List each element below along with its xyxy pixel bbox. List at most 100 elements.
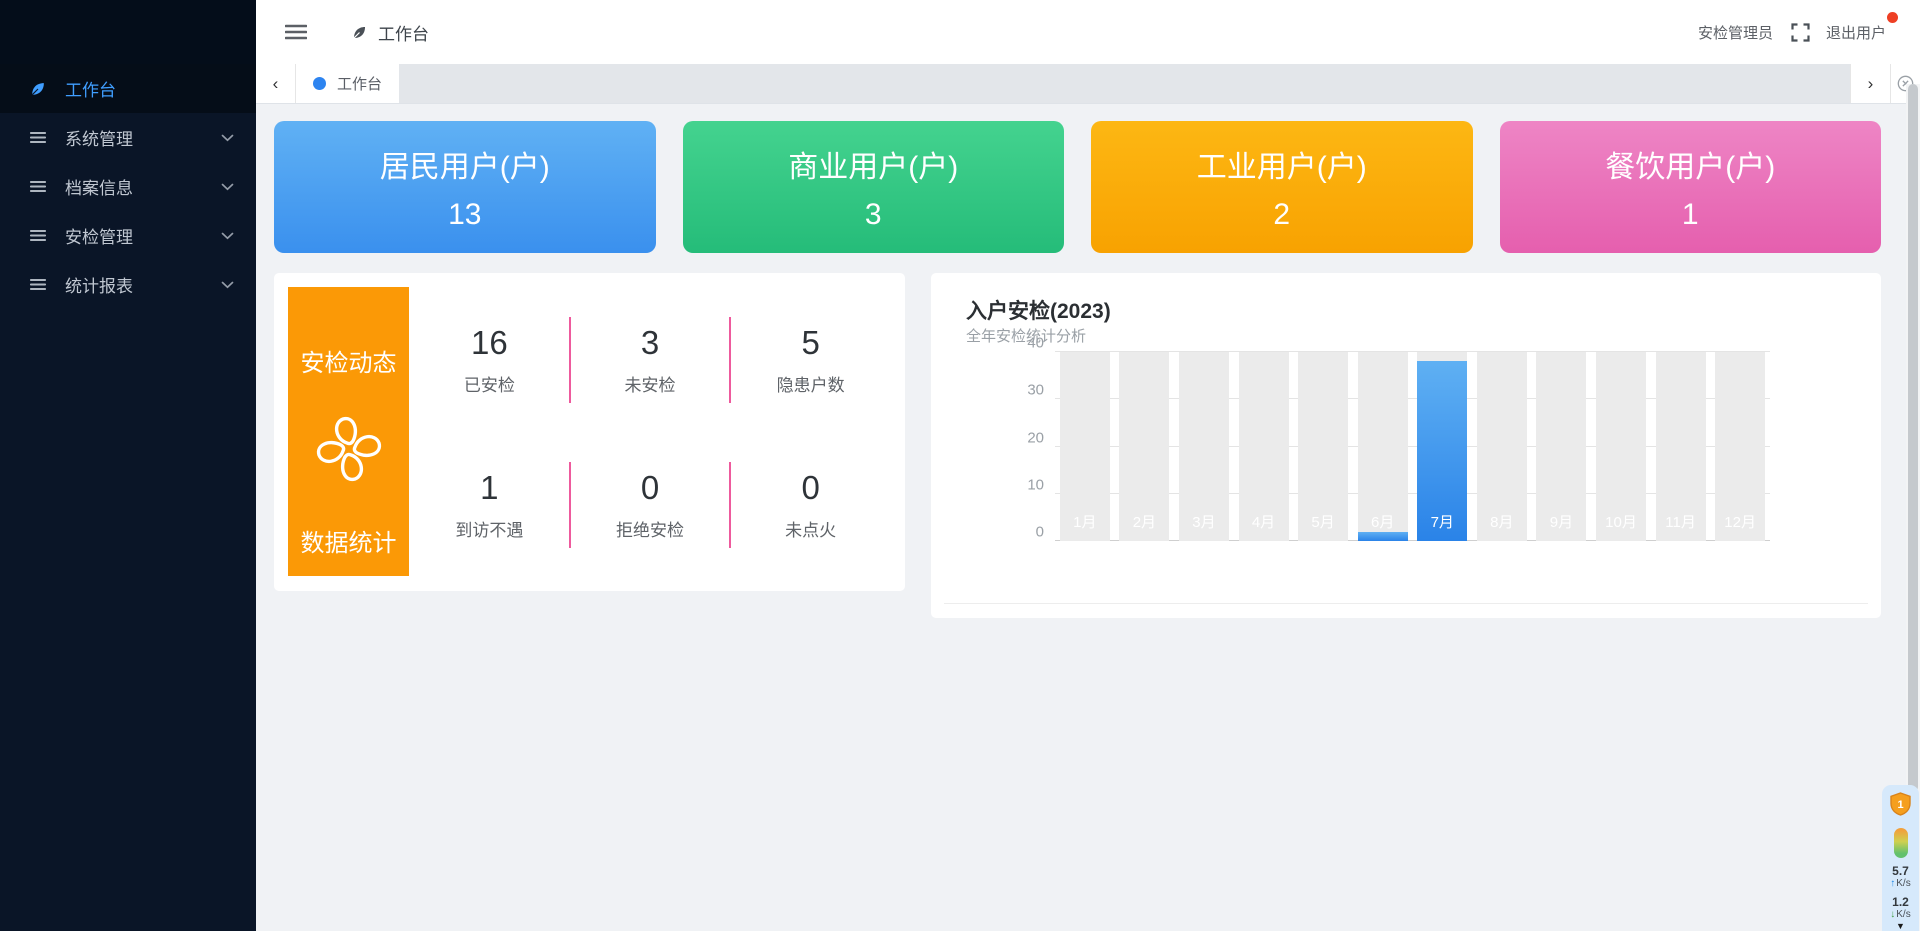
bar-group-8月: 8月 bbox=[1472, 352, 1532, 541]
tabs-scroll-left-icon[interactable]: ‹ bbox=[256, 64, 296, 103]
y-axis-tick: 30 bbox=[1027, 382, 1044, 399]
sidebar-item-reports[interactable]: 统计报表 bbox=[0, 260, 256, 309]
summary-stats-grid: 16 已安检 3未安检 5 隐患户数 1 到访不遇 0拒绝安检 0 未点火 bbox=[409, 287, 891, 577]
x-axis-label: 4月 bbox=[1239, 511, 1289, 532]
x-axis-label: 7月 bbox=[1417, 511, 1467, 532]
stat-card-2[interactable]: 商业用户(户) 3 bbox=[683, 121, 1065, 253]
tab-label: 工作台 bbox=[337, 73, 382, 94]
bars-container: 1月 2月 3月 4月 5月 6月 7月 8月 9月 10月 11月 12月 bbox=[1055, 352, 1770, 541]
chevron-down-icon bbox=[221, 281, 234, 289]
tab-bar: ‹ 工作台 › bbox=[256, 64, 1920, 104]
stat-card-4[interactable]: 餐饮用户(户)1 bbox=[1500, 121, 1882, 253]
summary-stat-label: 隐患户数 bbox=[777, 371, 845, 396]
tabs-scroll-right-icon[interactable]: › bbox=[1850, 64, 1890, 103]
background-bar: 6月 bbox=[1358, 352, 1408, 541]
fullscreen-icon[interactable] bbox=[1791, 23, 1810, 42]
sidebar-item-label: 系统管理 bbox=[65, 125, 221, 150]
sidebar-item-system[interactable]: 系统管理 bbox=[0, 113, 256, 162]
sidebar-menu: 工作台系统管理档案信息安检管理统计报表 bbox=[0, 64, 256, 309]
tabs-track: 工作台 bbox=[296, 64, 1850, 103]
list-icon bbox=[28, 226, 48, 246]
sidebar-item-archives[interactable]: 档案信息 bbox=[0, 162, 256, 211]
stat-card-label: 工业用户(户) bbox=[1197, 142, 1367, 186]
tab-workbench[interactable]: 工作台 bbox=[296, 64, 399, 103]
breadcrumb: 工作台 bbox=[351, 20, 429, 45]
x-axis-label: 3月 bbox=[1179, 511, 1229, 532]
leaf-icon bbox=[351, 24, 368, 41]
stat-card-value: 3 bbox=[865, 198, 882, 232]
summary-stat-拒绝安检: 0拒绝安检 bbox=[570, 432, 731, 577]
summary-side-block: 安检动态 数据统计 bbox=[288, 287, 409, 576]
logout-label: 退出用户 bbox=[1826, 25, 1886, 42]
tab-active-dot-icon bbox=[313, 77, 326, 90]
x-axis-label: 11月 bbox=[1656, 511, 1706, 532]
upload-arrow-icon: ↑ bbox=[1890, 878, 1895, 889]
chart-title: 入户安检(2023) bbox=[966, 295, 1111, 325]
notification-dot bbox=[1887, 12, 1898, 23]
sidebar-item-label: 安检管理 bbox=[65, 223, 221, 248]
sidebar-item-inspection[interactable]: 安检管理 bbox=[0, 211, 256, 260]
background-bar: 9月 bbox=[1536, 352, 1586, 541]
chart-footer-divider bbox=[944, 603, 1868, 604]
background-bar: 8月 bbox=[1477, 352, 1527, 541]
logout-button[interactable]: 退出用户 bbox=[1826, 22, 1890, 43]
summary-stat-未安检: 3未安检 bbox=[570, 287, 731, 432]
download-speed-value: 1.2 bbox=[1892, 895, 1909, 909]
summary-stat-value: 1 bbox=[480, 469, 498, 507]
inspection-summary-panel: 安检动态 数据统计 16已安检3未安检5隐患户数1到访 bbox=[274, 273, 905, 591]
bar-group-6月: 6月 bbox=[1353, 352, 1413, 541]
summary-stat-label: 到访不遇 bbox=[455, 516, 523, 541]
page-scrollbar-thumb[interactable] bbox=[1908, 84, 1918, 792]
stat-card-3[interactable]: 工业用户(户)2 bbox=[1091, 121, 1473, 253]
summary-side-bottom-label: 数据统计 bbox=[301, 523, 397, 558]
stat-card-1[interactable]: 居民用户(户)13 bbox=[274, 121, 656, 253]
sidebar: 工作台系统管理档案信息安检管理统计报表 bbox=[0, 0, 256, 931]
x-axis-label: 12月 bbox=[1715, 511, 1765, 532]
x-axis-label: 1月 bbox=[1060, 511, 1110, 532]
stat-card-label: 商业用户(户) bbox=[788, 142, 958, 186]
summary-stat-value: 0 bbox=[801, 469, 819, 507]
chevron-down-icon bbox=[221, 183, 234, 191]
shield-badge-icon: 1 bbox=[1889, 792, 1912, 821]
sidebar-item-label: 档案信息 bbox=[65, 174, 221, 199]
network-monitor-widget[interactable]: 1 5.7 ↑K/s 1.2 ↓K/s ▼ bbox=[1882, 785, 1919, 931]
content-area: 居民用户(户)13商业用户(户)3工业用户(户)2餐饮用户(户)1 安检动态 bbox=[256, 104, 1920, 618]
summary-stat-label: 未点火 bbox=[785, 516, 836, 541]
fan-icon bbox=[312, 412, 386, 491]
sidebar-item-label: 统计报表 bbox=[65, 272, 221, 297]
collapse-caret-icon[interactable]: ▼ bbox=[1896, 921, 1905, 931]
summary-stat-已安检: 16 已安检 bbox=[409, 287, 570, 432]
sidebar-item-workbench[interactable]: 工作台 bbox=[0, 64, 256, 113]
hamburger-icon[interactable] bbox=[285, 24, 307, 40]
user-name[interactable]: 安检管理员 bbox=[1698, 22, 1773, 43]
x-axis-label: 10月 bbox=[1596, 511, 1646, 532]
background-bar: 7月 bbox=[1417, 352, 1467, 541]
list-icon bbox=[28, 177, 48, 197]
stat-card-label: 餐饮用户(户) bbox=[1605, 142, 1775, 186]
stat-cards-row: 居民用户(户)13 商业用户(户) 3 工业用户(户)2餐饮用户(户)1 bbox=[274, 121, 1881, 253]
background-bar: 12月 bbox=[1715, 352, 1765, 541]
y-axis-tick: 10 bbox=[1027, 476, 1044, 493]
summary-stat-label: 已安检 bbox=[464, 371, 515, 396]
x-axis-label: 9月 bbox=[1536, 511, 1586, 532]
traffic-level-bar bbox=[1894, 828, 1908, 858]
background-bar: 2月 bbox=[1119, 352, 1169, 541]
download-speed-unit: K/s bbox=[1896, 909, 1910, 920]
bar-group-7月: 7月 bbox=[1412, 352, 1472, 541]
summary-stat-value: 16 bbox=[471, 324, 508, 362]
background-bar: 4月 bbox=[1239, 352, 1289, 541]
bar-group-11月: 11月 bbox=[1651, 352, 1711, 541]
background-bar: 1月 bbox=[1060, 352, 1110, 541]
summary-stat-到访不遇: 1 到访不遇 bbox=[409, 432, 570, 577]
bar-group-5月: 5月 bbox=[1293, 352, 1353, 541]
summary-stat-value: 5 bbox=[801, 324, 819, 362]
value-bar bbox=[1358, 532, 1408, 541]
x-axis-label: 5月 bbox=[1298, 511, 1348, 532]
stat-card-label: 居民用户(户) bbox=[380, 142, 550, 186]
chevron-down-icon bbox=[221, 134, 234, 142]
bar-group-12月: 12月 bbox=[1710, 352, 1770, 541]
bar-group-9月: 9月 bbox=[1532, 352, 1592, 541]
sidebar-item-label: 工作台 bbox=[65, 76, 234, 101]
x-axis-label: 8月 bbox=[1477, 511, 1527, 532]
summary-stat-未点火: 0 未点火 bbox=[730, 432, 891, 577]
